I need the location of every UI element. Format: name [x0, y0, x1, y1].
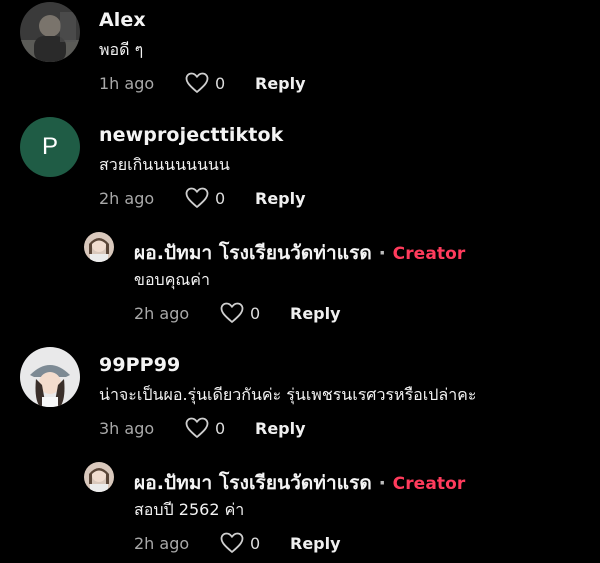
- comment-text: ขอบคุณค่า: [134, 270, 210, 289]
- comment-time: 2h ago: [134, 303, 190, 323]
- username-text[interactable]: newprojecttiktok: [99, 124, 283, 146]
- comment-text: สอบปี 2562 ค่า: [134, 500, 245, 519]
- username-text[interactable]: 99PP99: [99, 354, 180, 376]
- reply-item: ผอ.ปัทมา โรงเรียนวัดท่าแรด · Creator สอบ…: [0, 455, 600, 563]
- like-button[interactable]: 0: [220, 532, 290, 554]
- username-text[interactable]: ผอ.ปัทมา โรงเรียนวัดท่าแรด: [134, 242, 372, 264]
- avatar[interactable]: P: [20, 117, 80, 177]
- comment-text: น่าจะเป็นผอ.รุ่นเดียวกันค่ะ รุ่นเพชรนเรศ…: [99, 385, 477, 404]
- heart-icon: [185, 72, 209, 93]
- comment-username[interactable]: 99PP99: [99, 354, 180, 376]
- separator-dot: ·: [378, 472, 386, 494]
- comment-time: 3h ago: [99, 418, 155, 438]
- reply-item: ผอ.ปัทมา โรงเรียนวัดท่าแรด · Creator ขอบ…: [0, 225, 600, 340]
- username-text[interactable]: ผอ.ปัทมา โรงเรียนวัดท่าแรด: [134, 472, 372, 494]
- reply-button[interactable]: Reply: [290, 534, 341, 553]
- like-count: 0: [215, 418, 226, 438]
- comment-item: P newprojecttiktok สวยเกินนนนนนนน 2h ago…: [0, 110, 600, 225]
- avatar[interactable]: [84, 462, 114, 492]
- comment-time: 1h ago: [99, 73, 155, 93]
- comment-item: Alex พอดี ๆ 1h ago 0 Reply: [0, 0, 600, 110]
- like-count: 0: [250, 533, 261, 553]
- reply-button[interactable]: Reply: [255, 189, 306, 208]
- comment-username[interactable]: newprojecttiktok: [99, 124, 283, 146]
- creator-badge: Creator: [392, 474, 466, 494]
- avatar[interactable]: [20, 2, 80, 62]
- heart-icon: [185, 187, 209, 208]
- like-button[interactable]: 0: [185, 417, 255, 439]
- reply-button[interactable]: Reply: [255, 419, 306, 438]
- comment-username[interactable]: ผอ.ปัทมา โรงเรียนวัดท่าแรด · Creator: [134, 468, 465, 498]
- avatar-letter: P: [41, 133, 58, 160]
- comment-username[interactable]: ผอ.ปัทมา โรงเรียนวัดท่าแรด · Creator: [134, 238, 465, 268]
- like-count: 0: [250, 303, 261, 323]
- reply-button[interactable]: Reply: [290, 304, 341, 323]
- user-photo-avatar-icon: [20, 347, 80, 407]
- comment-time: 2h ago: [99, 188, 155, 208]
- like-button[interactable]: 0: [185, 72, 255, 94]
- creator-badge: Creator: [392, 244, 466, 264]
- like-button[interactable]: 0: [185, 187, 255, 209]
- like-count: 0: [215, 73, 226, 93]
- separator-dot: ·: [378, 242, 386, 264]
- comment-item: 99PP99 น่าจะเป็นผอ.รุ่นเดียวกันค่ะ รุ่นเ…: [0, 340, 600, 455]
- user-photo-avatar-icon: [84, 232, 114, 262]
- comment-username[interactable]: Alex: [99, 9, 146, 31]
- heart-icon: [220, 302, 244, 323]
- username-text[interactable]: Alex: [99, 9, 146, 31]
- like-count: 0: [215, 188, 226, 208]
- comment-meta: 3h ago 0 Reply: [99, 416, 306, 440]
- comment-time: 2h ago: [134, 533, 190, 553]
- comment-text: สวยเกินนนนนนนน: [99, 155, 230, 174]
- comment-meta: 1h ago 0 Reply: [99, 71, 306, 95]
- comment-meta: 2h ago 0 Reply: [99, 186, 306, 210]
- user-photo-avatar-icon: [20, 2, 80, 62]
- heart-icon: [185, 417, 209, 438]
- comment-meta: 2h ago 0 Reply: [134, 301, 341, 325]
- avatar[interactable]: [84, 232, 114, 262]
- comment-meta: 2h ago 0 Reply: [134, 531, 341, 555]
- reply-button[interactable]: Reply: [255, 74, 306, 93]
- heart-icon: [220, 532, 244, 553]
- comment-text: พอดี ๆ: [99, 40, 144, 59]
- like-button[interactable]: 0: [220, 302, 290, 324]
- user-photo-avatar-icon: [84, 462, 114, 492]
- avatar[interactable]: [20, 347, 80, 407]
